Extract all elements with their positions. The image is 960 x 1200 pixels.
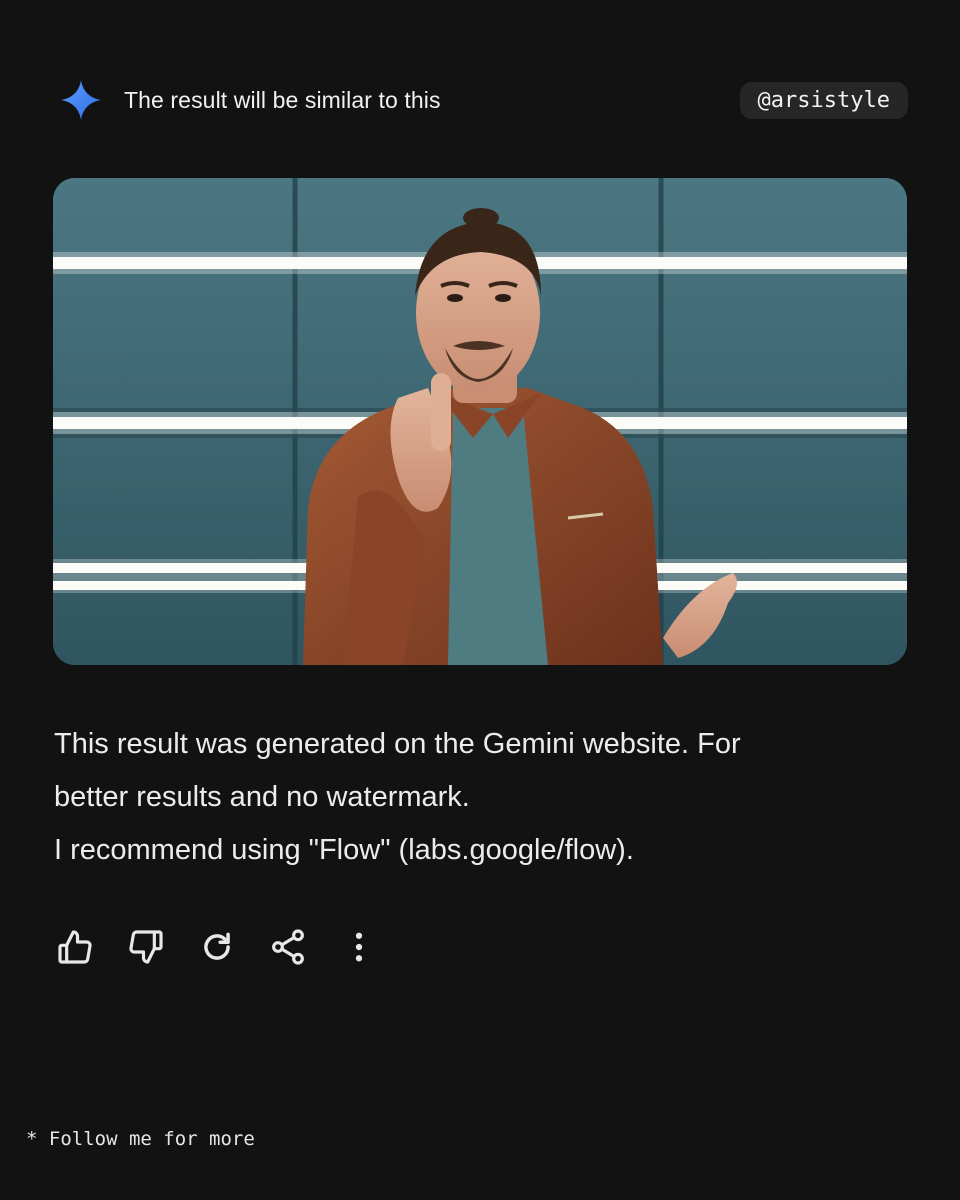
more-options-button[interactable] xyxy=(336,924,382,970)
response-text: This result was generated on the Gemini … xyxy=(54,718,874,877)
response-actions xyxy=(52,924,407,970)
author-handle-badge: @arsistyle xyxy=(739,81,908,119)
footer-note: * Follow me for more xyxy=(26,1128,255,1150)
generated-image[interactable] xyxy=(53,178,907,665)
header-title: The result will be similar to this xyxy=(124,86,441,113)
thumbs-up-button[interactable] xyxy=(52,924,98,970)
response-line: This result was generated on the Gemini … xyxy=(54,728,741,760)
more-vert-icon xyxy=(355,932,363,962)
gemini-sparkle-icon xyxy=(58,77,104,123)
regenerate-button[interactable] xyxy=(194,924,240,970)
thumbs-up-icon xyxy=(58,930,92,964)
refresh-icon xyxy=(204,932,230,960)
response-line: better results and no watermark. xyxy=(54,781,470,813)
thumbs-down-icon xyxy=(129,930,163,964)
header: The result will be similar to this @arsi… xyxy=(58,76,908,124)
thumbs-down-button[interactable] xyxy=(123,924,169,970)
share-button[interactable] xyxy=(265,924,311,970)
response-line: I recommend using "Flow" (labs.google/fl… xyxy=(54,834,634,866)
share-icon xyxy=(272,929,304,965)
